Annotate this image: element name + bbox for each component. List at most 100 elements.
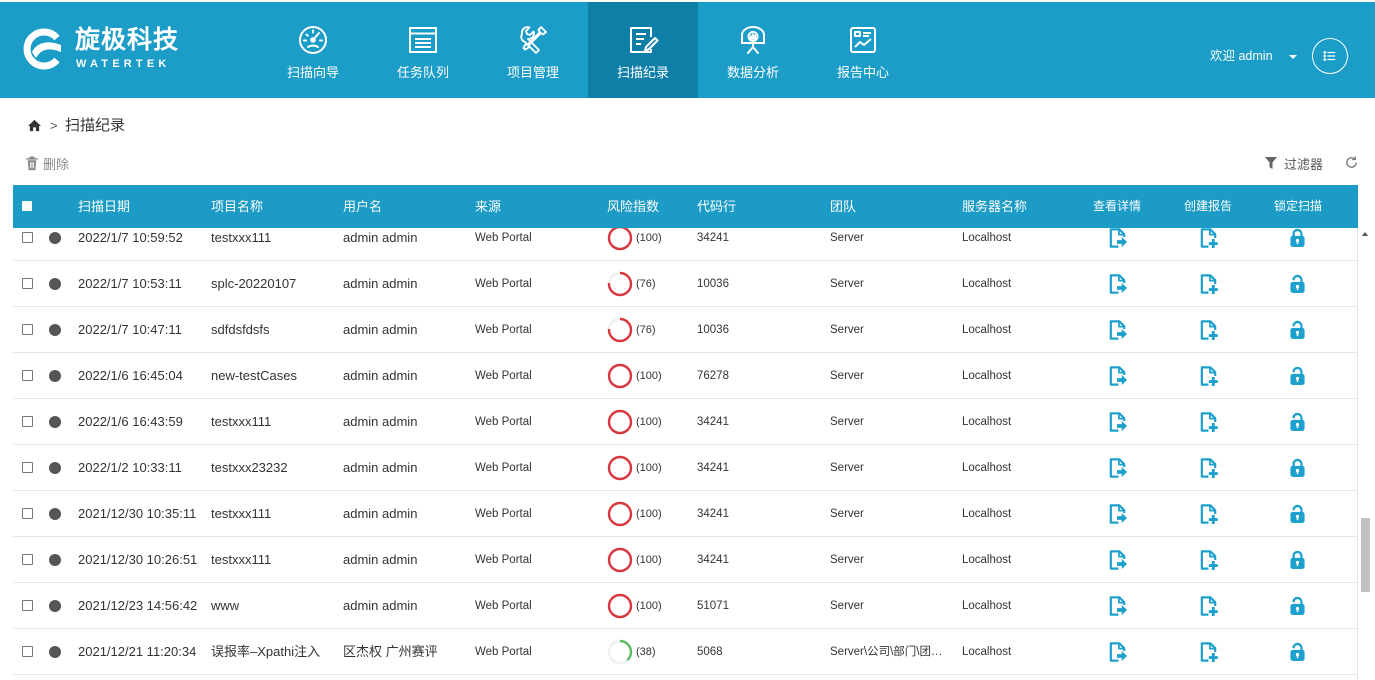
scroll-up-arrow-icon[interactable] [1362,232,1369,237]
column-header-scan-date[interactable]: 扫描日期 [78,185,130,228]
table-row[interactable]: 2022/1/6 16:43:59 testxxx111 admin admin… [13,399,1357,445]
scan-date: 2022/1/7 10:53:11 [78,276,182,291]
row-checkbox[interactable] [22,232,33,243]
project-name[interactable]: splc-20220107 [211,261,296,307]
lock-open-icon[interactable] [1289,595,1306,616]
row-checkbox[interactable] [22,278,33,289]
create-report-icon[interactable] [1198,228,1219,249]
create-report-icon[interactable] [1198,365,1219,387]
status-dot [49,646,61,658]
column-header-create-report: 创建报告 [1183,199,1232,213]
select-all-checkbox[interactable] [22,201,32,211]
column-header-project-name[interactable]: 项目名称 [211,185,263,228]
table-row[interactable]: 2021/12/30 10:35:11 testxxx111 admin adm… [13,491,1357,537]
nav-item-task-queue[interactable]: 任务队列 [368,2,478,98]
project-name[interactable]: new-testCases [211,353,297,399]
status-dot [49,370,61,382]
source: Web Portal [475,232,532,244]
table-row[interactable]: 2022/1/7 10:47:11 sdfdsfdsfs admin admin… [13,307,1357,353]
column-header-team[interactable]: 团队 [830,185,856,228]
column-header-source[interactable]: 来源 [475,185,501,228]
row-checkbox[interactable] [22,646,33,657]
create-report-icon[interactable] [1198,503,1219,525]
status-dot [49,462,61,474]
lock-closed-icon[interactable] [1289,228,1306,248]
view-detail-icon[interactable] [1107,273,1128,295]
delete-button[interactable]: 删除 [25,154,69,172]
table-row[interactable]: 2022/1/2 10:33:11 testxxx23232 admin adm… [13,445,1357,491]
view-detail-icon[interactable] [1107,411,1128,433]
nav-item-scan-wizard[interactable]: 扫描向导 [258,2,368,98]
project-name[interactable]: 误报率–Xpathi注入 [211,629,320,675]
column-header-user-name[interactable]: 用户名 [343,185,382,228]
row-checkbox[interactable] [22,600,33,611]
view-detail-icon[interactable] [1107,503,1128,525]
table-row[interactable]: 2021/12/21 11:20:34 误报率–Xpathi注入 区杰权 广州赛… [13,629,1357,675]
table-row[interactable]: 2021/12/30 10:26:51 testxxx111 admin adm… [13,537,1357,583]
lock-open-icon[interactable] [1289,641,1306,662]
team: Server [830,232,864,244]
project-name[interactable]: sdfdsfdsfs [211,307,270,353]
lock-closed-icon[interactable] [1289,549,1306,570]
row-checkbox[interactable] [22,508,33,519]
column-header-server-name[interactable]: 服务器名称 [962,185,1027,228]
lock-open-icon[interactable] [1289,411,1306,432]
nav-item-report-center[interactable]: 报告中心 [808,2,918,98]
row-checkbox[interactable] [22,554,33,565]
project-name[interactable]: testxxx23232 [211,445,288,491]
scrollbar-thumb[interactable] [1361,518,1370,592]
list-menu-icon [1323,49,1337,63]
risk-index: (100) [636,232,662,244]
view-detail-icon[interactable] [1107,549,1128,571]
project-name[interactable]: testxxx111 [211,399,271,445]
create-report-icon[interactable] [1198,641,1219,663]
project-name[interactable]: testxxx111 [211,491,271,537]
column-header-risk-index[interactable]: 风险指数 [607,185,659,228]
lock-open-icon[interactable] [1289,365,1306,386]
table-row[interactable]: 2022/1/7 10:59:52 testxxx111 admin admin… [13,228,1357,261]
nav-item-data-analysis[interactable]: 数据分析 [698,2,808,98]
create-report-icon[interactable] [1198,457,1219,479]
home-icon[interactable] [27,119,42,132]
refresh-icon[interactable] [1344,155,1359,170]
caret-down-icon[interactable] [1289,55,1298,61]
row-checkbox[interactable] [22,370,33,381]
create-report-icon[interactable] [1198,273,1219,295]
row-checkbox[interactable] [22,324,33,335]
risk-ring [607,363,633,389]
code-lines: 51071 [697,600,729,612]
project-name[interactable]: www [211,583,239,629]
table-row[interactable]: 2021/12/23 14:56:42 www admin admin Web … [13,583,1357,629]
server-name: Localhost [962,416,1012,428]
create-report-icon[interactable] [1198,595,1219,617]
view-detail-icon[interactable] [1107,228,1128,249]
create-report-icon[interactable] [1198,411,1219,433]
create-report-icon[interactable] [1198,549,1219,571]
source: Web Portal [475,600,532,612]
lock-open-icon[interactable] [1289,273,1306,294]
project-name[interactable]: testxxx111 [211,537,271,583]
project-name[interactable]: testxxx111 [211,228,271,261]
brand-logo[interactable]: 旋极科技 WATERTEK [20,24,182,74]
lock-open-icon[interactable] [1289,319,1306,340]
table-scrollbar[interactable] [1359,228,1372,680]
code-lines: 34241 [697,554,729,566]
view-detail-icon[interactable] [1107,365,1128,387]
table-row[interactable]: 2022/1/6 16:45:04 new-testCases admin ad… [13,353,1357,399]
view-detail-icon[interactable] [1107,319,1128,341]
user-greeting[interactable]: 欢迎 admin [1210,47,1273,65]
row-checkbox[interactable] [22,416,33,427]
user-menu-button[interactable] [1312,38,1348,74]
view-detail-icon[interactable] [1107,457,1128,479]
table-row[interactable]: 2022/1/7 10:53:11 splc-20220107 admin ad… [13,261,1357,307]
create-report-icon[interactable] [1198,319,1219,341]
view-detail-icon[interactable] [1107,595,1128,617]
row-checkbox[interactable] [22,462,33,473]
view-detail-icon[interactable] [1107,641,1128,663]
lock-open-icon[interactable] [1289,503,1306,524]
column-header-code-lines[interactable]: 代码行 [697,185,736,228]
nav-item-project-management[interactable]: 项目管理 [478,2,588,98]
lock-closed-icon[interactable] [1289,457,1306,478]
filter-button[interactable]: 过滤器 [1264,154,1323,172]
nav-item-scan-records[interactable]: 扫描纪录 [588,2,698,98]
